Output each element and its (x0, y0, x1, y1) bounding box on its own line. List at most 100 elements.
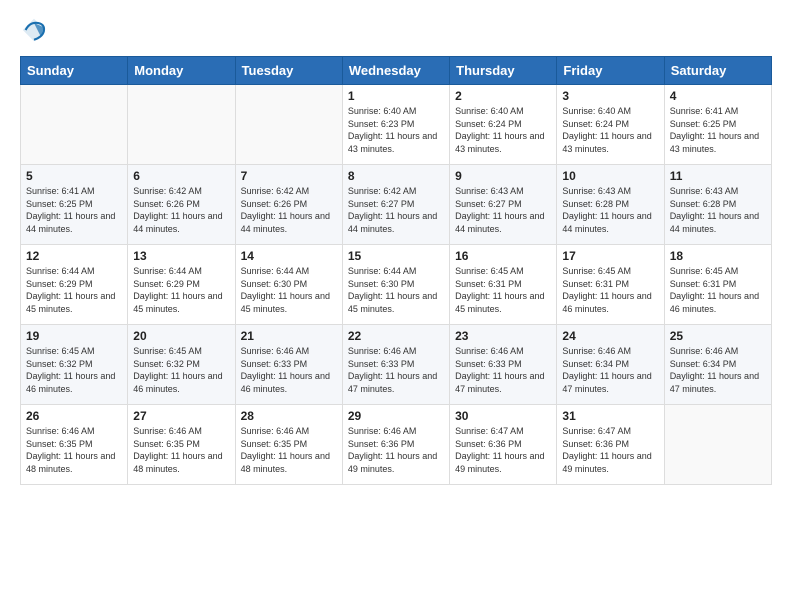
day-of-week-header: Friday (557, 57, 664, 85)
day-info: Sunrise: 6:43 AM Sunset: 6:28 PM Dayligh… (670, 185, 766, 235)
day-number: 22 (348, 329, 444, 343)
calendar-cell: 15Sunrise: 6:44 AM Sunset: 6:30 PM Dayli… (342, 245, 449, 325)
day-number: 11 (670, 169, 766, 183)
day-info: Sunrise: 6:43 AM Sunset: 6:28 PM Dayligh… (562, 185, 658, 235)
calendar-cell: 5 Sunrise: 6:41 AM Sunset: 6:25 PM Daylig… (21, 165, 128, 245)
calendar-week-row: 12 Sunrise: 6:44 AM Sunset: 6:29 PM Dayli… (21, 245, 772, 325)
day-info: Sunrise: 6:40 AM Sunset: 6:23 PM Dayligh… (348, 105, 444, 155)
calendar-cell: 10 Sunrise: 6:43 AM Sunset: 6:28 PM Dayli… (557, 165, 664, 245)
day-number: 29 (348, 409, 444, 423)
day-number: 26 (26, 409, 122, 423)
day-number: 6 (133, 169, 229, 183)
day-info: Sunrise: 6:46 AM Sunset: 6:35 PM Dayligh… (241, 425, 337, 475)
day-number: 31 (562, 409, 658, 423)
calendar-cell: 28 Sunrise: 6:46 AM Sunset: 6:35 PM Dayli… (235, 405, 342, 485)
day-number: 17 (562, 249, 658, 263)
calendar-cell: 23 Sunrise: 6:46 AM Sunset: 6:33 PM Dayli… (450, 325, 557, 405)
calendar-cell: 22 Sunrise: 6:46 AM Sunset: 6:33 PM Dayli… (342, 325, 449, 405)
day-info: Sunrise: 6:46 AM Sunset: 6:33 PM Dayligh… (241, 345, 337, 395)
day-number: 14 (241, 249, 337, 263)
calendar-cell: 24Sunrise: 6:46 AM Sunset: 6:34 PM Dayli… (557, 325, 664, 405)
day-info: Sunrise: 6:44 AM Sunset: 6:29 PM Dayligh… (133, 265, 229, 315)
calendar-week-row: 1Sunrise: 6:40 AM Sunset: 6:23 PM Daylig… (21, 85, 772, 165)
day-info: Sunrise: 6:46 AM Sunset: 6:33 PM Dayligh… (348, 345, 444, 395)
day-info: Sunrise: 6:45 AM Sunset: 6:31 PM Dayligh… (670, 265, 766, 315)
day-info: Sunrise: 6:45 AM Sunset: 6:32 PM Dayligh… (133, 345, 229, 395)
day-info: Sunrise: 6:45 AM Sunset: 6:32 PM Dayligh… (26, 345, 122, 395)
day-number: 21 (241, 329, 337, 343)
day-of-week-header: Saturday (664, 57, 771, 85)
calendar-cell: 17 Sunrise: 6:45 AM Sunset: 6:31 PM Dayli… (557, 245, 664, 325)
day-info: Sunrise: 6:42 AM Sunset: 6:26 PM Dayligh… (133, 185, 229, 235)
calendar-cell: 20Sunrise: 6:45 AM Sunset: 6:32 PM Dayli… (128, 325, 235, 405)
calendar-cell: 18 Sunrise: 6:45 AM Sunset: 6:31 PM Dayli… (664, 245, 771, 325)
day-number: 9 (455, 169, 551, 183)
page: SundayMondayTuesdayWednesdayThursdayFrid… (0, 0, 792, 501)
day-number: 3 (562, 89, 658, 103)
logo-icon (20, 16, 48, 44)
calendar-cell (664, 405, 771, 485)
day-info: Sunrise: 6:41 AM Sunset: 6:25 PM Dayligh… (26, 185, 122, 235)
day-info: Sunrise: 6:46 AM Sunset: 6:35 PM Dayligh… (26, 425, 122, 475)
day-number: 8 (348, 169, 444, 183)
day-info: Sunrise: 6:40 AM Sunset: 6:24 PM Dayligh… (455, 105, 551, 155)
calendar-cell: 13 Sunrise: 6:44 AM Sunset: 6:29 PM Dayli… (128, 245, 235, 325)
calendar-cell (21, 85, 128, 165)
calendar-cell: 6 Sunrise: 6:42 AM Sunset: 6:26 PM Daylig… (128, 165, 235, 245)
calendar-cell: 9 Sunrise: 6:43 AM Sunset: 6:27 PM Daylig… (450, 165, 557, 245)
calendar-cell: 25 Sunrise: 6:46 AM Sunset: 6:34 PM Dayli… (664, 325, 771, 405)
day-info: Sunrise: 6:43 AM Sunset: 6:27 PM Dayligh… (455, 185, 551, 235)
calendar-cell: 14 Sunrise: 6:44 AM Sunset: 6:30 PM Dayli… (235, 245, 342, 325)
day-number: 28 (241, 409, 337, 423)
day-info: Sunrise: 6:46 AM Sunset: 6:34 PM Dayligh… (670, 345, 766, 395)
day-info: Sunrise: 6:45 AM Sunset: 6:31 PM Dayligh… (562, 265, 658, 315)
day-of-week-header: Sunday (21, 57, 128, 85)
day-number: 2 (455, 89, 551, 103)
calendar-header-row: SundayMondayTuesdayWednesdayThursdayFrid… (21, 57, 772, 85)
day-info: Sunrise: 6:46 AM Sunset: 6:34 PM Dayligh… (562, 345, 658, 395)
day-of-week-header: Thursday (450, 57, 557, 85)
calendar-cell: 3 Sunrise: 6:40 AM Sunset: 6:24 PM Daylig… (557, 85, 664, 165)
day-number: 12 (26, 249, 122, 263)
day-number: 5 (26, 169, 122, 183)
calendar-cell (128, 85, 235, 165)
day-info: Sunrise: 6:45 AM Sunset: 6:31 PM Dayligh… (455, 265, 551, 315)
day-info: Sunrise: 6:46 AM Sunset: 6:33 PM Dayligh… (455, 345, 551, 395)
calendar-cell: 16 Sunrise: 6:45 AM Sunset: 6:31 PM Dayli… (450, 245, 557, 325)
day-info: Sunrise: 6:44 AM Sunset: 6:30 PM Dayligh… (241, 265, 337, 315)
day-info: Sunrise: 6:47 AM Sunset: 6:36 PM Dayligh… (455, 425, 551, 475)
calendar-cell: 1Sunrise: 6:40 AM Sunset: 6:23 PM Daylig… (342, 85, 449, 165)
calendar-cell: 2 Sunrise: 6:40 AM Sunset: 6:24 PM Daylig… (450, 85, 557, 165)
day-info: Sunrise: 6:42 AM Sunset: 6:26 PM Dayligh… (241, 185, 337, 235)
calendar-cell: 30Sunrise: 6:47 AM Sunset: 6:36 PM Dayli… (450, 405, 557, 485)
day-number: 25 (670, 329, 766, 343)
logo (20, 16, 52, 44)
calendar-cell: 11 Sunrise: 6:43 AM Sunset: 6:28 PM Dayli… (664, 165, 771, 245)
calendar-cell: 31 Sunrise: 6:47 AM Sunset: 6:36 PM Dayli… (557, 405, 664, 485)
calendar-cell: 27 Sunrise: 6:46 AM Sunset: 6:35 PM Dayli… (128, 405, 235, 485)
day-number: 13 (133, 249, 229, 263)
day-of-week-header: Wednesday (342, 57, 449, 85)
day-number: 27 (133, 409, 229, 423)
day-number: 7 (241, 169, 337, 183)
day-number: 10 (562, 169, 658, 183)
day-number: 23 (455, 329, 551, 343)
calendar-week-row: 5 Sunrise: 6:41 AM Sunset: 6:25 PM Daylig… (21, 165, 772, 245)
day-info: Sunrise: 6:40 AM Sunset: 6:24 PM Dayligh… (562, 105, 658, 155)
day-info: Sunrise: 6:46 AM Sunset: 6:35 PM Dayligh… (133, 425, 229, 475)
calendar-week-row: 19Sunrise: 6:45 AM Sunset: 6:32 PM Dayli… (21, 325, 772, 405)
calendar-cell (235, 85, 342, 165)
day-info: Sunrise: 6:41 AM Sunset: 6:25 PM Dayligh… (670, 105, 766, 155)
day-info: Sunrise: 6:47 AM Sunset: 6:36 PM Dayligh… (562, 425, 658, 475)
calendar-cell: 19Sunrise: 6:45 AM Sunset: 6:32 PM Dayli… (21, 325, 128, 405)
day-number: 18 (670, 249, 766, 263)
calendar-table: SundayMondayTuesdayWednesdayThursdayFrid… (20, 56, 772, 485)
calendar-week-row: 26 Sunrise: 6:46 AM Sunset: 6:35 PM Dayli… (21, 405, 772, 485)
calendar-cell: 7 Sunrise: 6:42 AM Sunset: 6:26 PM Daylig… (235, 165, 342, 245)
day-of-week-header: Tuesday (235, 57, 342, 85)
day-info: Sunrise: 6:44 AM Sunset: 6:29 PM Dayligh… (26, 265, 122, 315)
day-number: 16 (455, 249, 551, 263)
header (20, 16, 772, 44)
calendar-cell: 29 Sunrise: 6:46 AM Sunset: 6:36 PM Dayli… (342, 405, 449, 485)
day-info: Sunrise: 6:46 AM Sunset: 6:36 PM Dayligh… (348, 425, 444, 475)
